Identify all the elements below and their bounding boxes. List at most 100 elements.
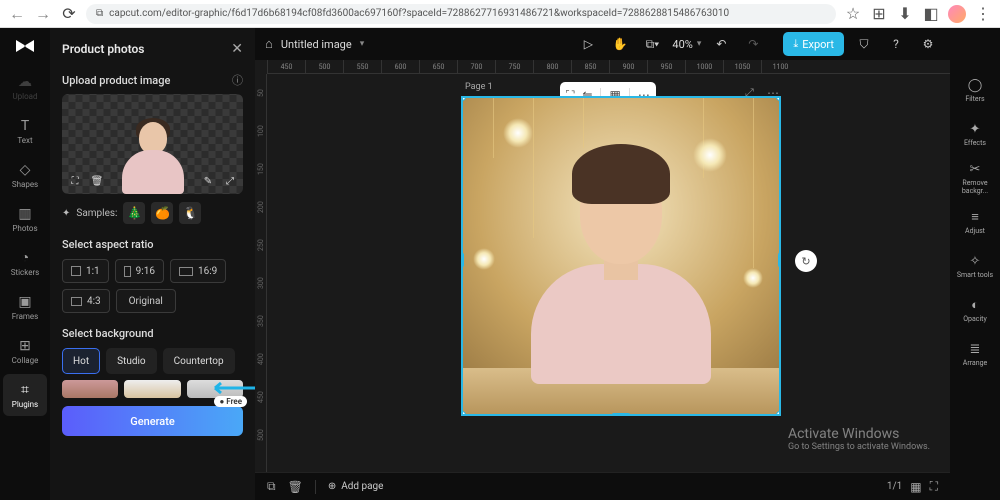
rrail-opacity[interactable]: ◐Opacity (952, 288, 998, 332)
text-icon: T (21, 118, 29, 134)
canvas-area[interactable]: 4505005506006507007508008509009501000105… (255, 60, 950, 472)
ruler-vertical: 50100150200250300350400450500 (255, 74, 267, 472)
generate-button[interactable]: Generate (62, 406, 243, 436)
page-label: Page 1 (465, 82, 493, 92)
rail-plugins[interactable]: ⌗Plugins (3, 374, 47, 416)
smart-icon: ✧ (970, 254, 981, 269)
left-rail: ☁Upload TText ◇Shapes ▥Photos ◔Stickers … (0, 28, 50, 500)
download-icon[interactable]: ⬇ (896, 5, 914, 23)
export-button[interactable]: ⤓Export (783, 32, 844, 56)
aspect-ratio-group: 1:1 9:16 16:9 4:3 Original (62, 259, 243, 313)
rrail-remove-bg[interactable]: ✂Remove backgr... (952, 156, 998, 200)
background-label: Select background (62, 327, 154, 340)
edit-icon[interactable]: ✎ (199, 172, 217, 190)
profile-avatar[interactable] (948, 5, 966, 23)
effects-icon: ✦ (970, 122, 981, 137)
expand-icon[interactable]: ⤢ (221, 172, 239, 190)
rrail-effects[interactable]: ✦Effects (952, 112, 998, 156)
undo-icon[interactable]: ↶ (709, 32, 733, 56)
resize-handle-bl[interactable] (461, 411, 466, 416)
aspect-9-16[interactable]: 9:16 (115, 259, 164, 283)
pointer-tool-icon[interactable]: ▷ (576, 32, 600, 56)
rail-photos[interactable]: ▥Photos (3, 198, 47, 240)
upload-preview[interactable]: ⛶ 🗑 ✎ ⤢ (62, 94, 243, 194)
browser-toolbar: ← → ⟳ ⧉ capcut.com/editor-graphic/f6d17d… (0, 0, 1000, 28)
rail-frames[interactable]: ▣Frames (3, 286, 47, 328)
arrange-icon: ≣ (970, 342, 981, 357)
trash-icon[interactable]: 🗑 (288, 480, 303, 494)
aspect-16-9[interactable]: 16:9 (170, 259, 226, 283)
page-indicator: 1/1 (887, 481, 902, 492)
sample-2[interactable]: 🍊 (151, 202, 173, 224)
nav-reload-icon[interactable]: ⟳ (60, 5, 78, 23)
stickers-icon: ◔ (21, 249, 29, 266)
delete-icon[interactable]: 🗑 (88, 172, 106, 190)
rrail-adjust[interactable]: ≡Adjust (952, 200, 998, 244)
layers-icon[interactable]: ⧉ (267, 479, 276, 494)
shapes-icon: ◇ (20, 162, 31, 178)
canvas[interactable] (461, 96, 781, 416)
rail-text[interactable]: TText (3, 110, 47, 152)
rrail-smart[interactable]: ✧Smart tools (952, 244, 998, 288)
bottom-bar: ⧉ 🗑 ⊕Add page 1/1 ▦ ⛶ (255, 472, 950, 500)
info-icon[interactable]: ⓘ (232, 72, 243, 88)
rail-collage[interactable]: ⊞Collage (3, 330, 47, 372)
settings-icon[interactable]: ⚙ (916, 32, 940, 56)
fullscreen-icon[interactable]: ⛶ (930, 479, 938, 494)
kebab-menu-icon[interactable]: ⋮ (974, 5, 992, 23)
ruler-horizontal: 4505005506006507007508008509009501000105… (267, 60, 950, 74)
home-icon[interactable]: ⌂ (265, 36, 273, 52)
resize-handle-br[interactable] (776, 411, 781, 416)
nav-back-icon[interactable]: ← (8, 5, 26, 23)
site-info-icon[interactable]: ⧉ (96, 8, 103, 19)
upload-icon: ☁ (18, 74, 32, 90)
rrail-filters[interactable]: ◯Filters (952, 68, 998, 112)
plus-icon: ⊕ (328, 481, 336, 492)
rrail-arrange[interactable]: ≣Arrange (952, 332, 998, 376)
bg-tab-countertop[interactable]: Countertop (163, 348, 235, 374)
crop-icon[interactable]: ⛶ (66, 172, 84, 190)
bg-preview-2[interactable] (124, 380, 180, 398)
rail-upload[interactable]: ☁Upload (3, 66, 47, 108)
windows-watermark: Activate Windows Go to Settings to activ… (788, 426, 930, 452)
close-panel-icon[interactable]: ✕ (231, 41, 243, 57)
sample-3[interactable]: 🐧 (179, 202, 201, 224)
bg-tab-studio[interactable]: Studio (106, 348, 157, 374)
app-logo[interactable] (13, 34, 37, 58)
extensions-icon[interactable]: ⊞ (870, 5, 888, 23)
nav-forward-icon[interactable]: → (34, 5, 52, 23)
resize-handle-ml[interactable] (461, 252, 464, 268)
panel-icon[interactable]: ◧ (922, 5, 940, 23)
canvas-subject[interactable] (526, 154, 716, 384)
bg-preview-1[interactable] (62, 380, 118, 398)
collage-icon: ⊞ (19, 338, 31, 354)
add-page-button[interactable]: ⊕Add page (328, 481, 384, 492)
resize-handle-tr[interactable] (776, 96, 781, 101)
bookmark-star-icon[interactable]: ☆ (844, 5, 862, 23)
hand-tool-icon[interactable]: ✋ (608, 32, 632, 56)
aspect-original[interactable]: Original (116, 289, 176, 313)
opacity-icon: ◐ (971, 297, 979, 313)
shield-icon[interactable]: ⛉ (852, 32, 876, 56)
zoom-level[interactable]: 40% ▾ (672, 38, 701, 51)
samples-label: Samples: (76, 208, 117, 219)
rail-shapes[interactable]: ◇Shapes (3, 154, 47, 196)
sample-1[interactable]: 🎄 (123, 202, 145, 224)
chevron-down-icon[interactable]: ▾ (360, 39, 365, 49)
resize-handle-mb[interactable] (611, 413, 631, 416)
document-title[interactable]: Untitled image (281, 38, 352, 51)
url-bar[interactable]: ⧉ capcut.com/editor-graphic/f6d17d6b6819… (86, 4, 836, 24)
resize-handle-mr[interactable] (778, 252, 781, 268)
bg-tab-hot[interactable]: Hot (62, 348, 100, 374)
grid-view-icon[interactable]: ▦ (910, 480, 921, 494)
editor-stage: ⌂ Untitled image ▾ ▷ ✋ ⧉▾ 40% ▾ ↶ ↷ ⤓Exp… (255, 28, 950, 500)
help-icon[interactable]: ? (884, 32, 908, 56)
aspect-1-1[interactable]: 1:1 (62, 259, 109, 283)
plugins-icon: ⌗ (21, 382, 29, 398)
redo-icon[interactable]: ↷ (741, 32, 765, 56)
rail-stickers[interactable]: ◔Stickers (3, 242, 47, 284)
crop-tool-icon[interactable]: ⧉▾ (640, 32, 664, 56)
resize-handle-tl[interactable] (461, 96, 466, 101)
swap-button[interactable]: ↻ (795, 250, 817, 272)
aspect-4-3[interactable]: 4:3 (62, 289, 110, 313)
